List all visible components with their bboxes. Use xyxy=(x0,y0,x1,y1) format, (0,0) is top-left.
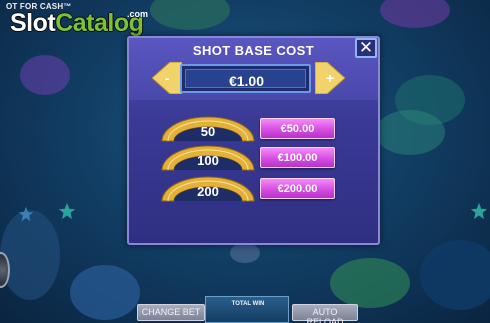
price-button[interactable]: €50.00 xyxy=(260,118,335,139)
close-button[interactable]: ✕ xyxy=(355,38,377,58)
total-win-label: TOTAL WIN xyxy=(231,301,265,307)
plus-icon: + xyxy=(325,70,335,86)
price-button[interactable]: €100.00 xyxy=(260,147,335,168)
starfish-icon xyxy=(470,202,488,220)
shot-option-row: 50 €50.00 xyxy=(159,114,369,142)
auto-reload-button[interactable]: AUTO RELOAD xyxy=(292,304,358,323)
decrease-cost-button[interactable]: - xyxy=(152,62,182,94)
shot-option-row: 200 €200.00 xyxy=(159,174,369,202)
price-label: €200.00 xyxy=(277,183,318,195)
change-bet-label: CHANGE BET xyxy=(141,307,201,317)
minus-icon: - xyxy=(164,70,170,86)
total-win-panel: TOTAL WIN xyxy=(205,296,289,323)
coral-decoration xyxy=(70,265,140,320)
coral-decoration xyxy=(0,210,60,300)
brand-logo-part1: Slot xyxy=(10,9,56,37)
coral-decoration xyxy=(230,243,260,263)
shot-gauge: 100 xyxy=(159,143,257,171)
shot-count: 50 xyxy=(200,124,216,139)
shot-gauge: 200 xyxy=(159,174,257,202)
cost-display: €1.00 xyxy=(180,64,311,93)
price-label: €50.00 xyxy=(280,123,315,135)
coral-decoration xyxy=(330,258,410,308)
shot-option-row: 100 €100.00 xyxy=(159,143,369,171)
current-cost-value: €1.00 xyxy=(228,73,265,89)
close-icon: ✕ xyxy=(358,38,374,58)
change-bet-button[interactable]: CHANGE BET xyxy=(137,304,205,321)
cost-display-inner: €1.00 xyxy=(185,69,306,89)
shot-count: 200 xyxy=(197,184,219,199)
coral-decoration xyxy=(380,0,450,28)
dialog-title: SHOT BASE COST xyxy=(192,43,315,58)
shot-gauge: 50 xyxy=(159,114,257,142)
increase-cost-button[interactable]: + xyxy=(315,62,345,94)
starfish-icon xyxy=(58,202,76,220)
coral-decoration xyxy=(150,0,230,30)
shot-count: 100 xyxy=(197,153,219,168)
coral-decoration xyxy=(375,110,445,155)
shot-base-cost-dialog: SHOT BASE COST ✕ - €1.00 + 50 €50.00 100… xyxy=(127,36,380,245)
price-label: €100.00 xyxy=(277,152,318,164)
price-button[interactable]: €200.00 xyxy=(260,178,335,199)
starfish-icon xyxy=(18,206,34,222)
brand-domain: .com xyxy=(127,9,149,19)
coral-decoration xyxy=(420,240,490,310)
coral-decoration xyxy=(20,55,70,95)
auto-reload-label: AUTO RELOAD xyxy=(306,307,344,323)
brand-logo: SlotCatalog xyxy=(10,9,144,38)
